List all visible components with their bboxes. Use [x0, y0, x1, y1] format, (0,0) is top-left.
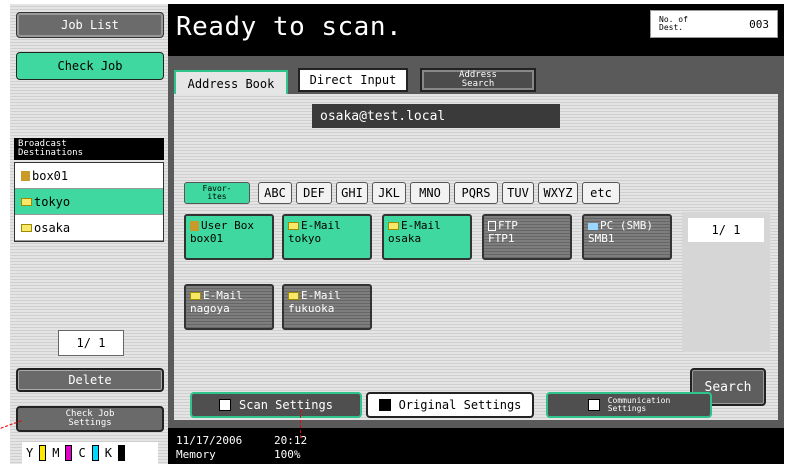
tab-address-search[interactable]: Address Search [420, 68, 536, 92]
destination-tile[interactable]: E-Mail nagoya [184, 284, 274, 330]
status-bar: 11/17/2006 Memory 20:12 100% [168, 428, 784, 464]
tile-type: User Box [190, 219, 268, 232]
destination-list-item[interactable]: osaka [15, 215, 163, 241]
index-key-mno[interactable]: MNO [410, 182, 450, 204]
tile-type: E-Mail [288, 289, 366, 302]
tile-name: osaka [388, 232, 422, 245]
destination-list-item[interactable]: tokyo [15, 189, 163, 215]
tile-type-label: E-Mail [301, 289, 341, 302]
tile-type: E-Mail [288, 219, 366, 232]
toner-levels: Y M C K [22, 442, 158, 464]
page-title: Ready to scan. [176, 12, 403, 42]
callout-line-status [300, 410, 301, 438]
destination-tile[interactable]: PC (SMB) SMB1 [582, 214, 672, 260]
original-settings-icon [378, 399, 391, 411]
mail-icon [388, 222, 399, 230]
check-job-settings-button[interactable]: Check Job Settings [16, 406, 164, 432]
tile-name: fukuoka [288, 302, 335, 315]
tile-type-label: PC (SMB) [600, 219, 653, 232]
tile-type: PC (SMB) [588, 219, 666, 232]
main-panel: Address Book Direct Input Address Search… [168, 56, 784, 428]
address-field: osaka@test.local [312, 104, 560, 128]
toner-m-label: M [52, 446, 60, 460]
communication-settings-button[interactable]: Communication Settings [546, 392, 712, 418]
index-key-wxyz[interactable]: WXYZ [538, 182, 578, 204]
user-box-icon [190, 221, 199, 231]
destination-tile[interactable]: FTP FTP1 [482, 214, 572, 260]
tile-page-indicator: 1/ 1 [688, 218, 764, 242]
index-key-etc[interactable]: etc [582, 182, 620, 204]
toner-k-bar [117, 445, 125, 461]
tile-type: E-Mail [388, 219, 466, 232]
dest-count-value: 003 [749, 17, 769, 31]
index-key-tuv[interactable]: TUV [502, 182, 534, 204]
tile-type: FTP [488, 219, 566, 232]
tab-direct-input[interactable]: Direct Input [298, 68, 408, 92]
destination-tile[interactable]: E-Mail tokyo [282, 214, 372, 260]
delete-button[interactable]: Delete [16, 368, 164, 392]
pc-icon [588, 222, 598, 230]
destination-count: No. of Dest. 003 [650, 10, 778, 38]
dest-count-label: No. of Dest. [659, 15, 688, 32]
index-key-pqrs[interactable]: PQRS [454, 182, 498, 204]
tile-type: E-Mail [190, 289, 268, 302]
tile-name: nagoya [190, 302, 230, 315]
toner-y-label: Y [26, 446, 34, 460]
destination-list-item[interactable]: box01 [15, 163, 163, 189]
tile-type-label: E-Mail [301, 219, 341, 232]
destination-tile[interactable]: E-Mail osaka [382, 214, 472, 260]
destination-tile[interactable]: User Box box01 [184, 214, 274, 260]
destination-label: tokyo [34, 194, 71, 209]
ftp-icon [488, 221, 496, 231]
destination-label: box01 [32, 168, 69, 183]
broadcast-header: Broadcast Destinations [14, 138, 164, 160]
status-memory-label: Memory [176, 448, 216, 461]
toner-k-label: K [104, 446, 112, 460]
left-panel: Job List Check Job Broadcast Destination… [10, 4, 168, 464]
address-book-panel: osaka@test.local Favor- ites ABC DEF GHI JKL… [174, 94, 778, 420]
mail-icon [21, 223, 32, 232]
status-date: 11/17/2006 [176, 434, 243, 447]
index-key-favorites[interactable]: Favor- ites [184, 182, 250, 204]
mail-icon [21, 197, 32, 206]
toner-c-bar [91, 445, 99, 461]
index-key-abc[interactable]: ABC [258, 182, 292, 204]
tab-address-book[interactable]: Address Book [174, 70, 288, 96]
title-bar: Ready to scan. No. of Dest. 003 [168, 4, 784, 56]
job-list-button[interactable]: Job List [16, 12, 164, 38]
check-job-button[interactable]: Check Job [16, 52, 164, 80]
scan-settings-button[interactable]: Scan Settings [190, 392, 362, 418]
mail-icon [288, 222, 299, 230]
page-indicator: 1/ 1 [58, 330, 124, 356]
status-memory-value: 100% [274, 448, 301, 461]
original-settings-button[interactable]: Original Settings [366, 392, 534, 418]
tile-type-label: E-Mail [203, 289, 243, 302]
destination-list: box01 tokyo osaka [14, 162, 164, 242]
communication-settings-icon [587, 399, 600, 411]
scan-settings-label: Scan Settings [239, 398, 333, 412]
tile-list-scroll: 1/ 1 [682, 212, 770, 352]
communication-settings-label: Communication Settings [607, 396, 671, 413]
original-settings-label: Original Settings [398, 398, 522, 412]
tile-name: SMB1 [588, 232, 615, 245]
scan-settings-icon [219, 399, 232, 411]
mail-icon [190, 292, 201, 300]
user-box-icon [21, 170, 30, 181]
tile-type-label: User Box [201, 219, 254, 232]
toner-c-label: C [78, 446, 86, 460]
destination-label: osaka [34, 220, 71, 235]
status-time: 20:12 [274, 434, 308, 447]
mail-icon [288, 292, 299, 300]
tile-name: FTP1 [488, 232, 515, 245]
tile-name: box01 [190, 232, 224, 245]
tile-name: tokyo [288, 232, 322, 245]
destination-tile[interactable]: E-Mail fukuoka [282, 284, 372, 330]
index-key-ghi[interactable]: GHI [336, 182, 368, 204]
toner-y-bar [39, 445, 47, 461]
index-key-def[interactable]: DEF [296, 182, 332, 204]
tile-type-label: FTP [498, 219, 518, 232]
toner-m-bar [65, 445, 73, 461]
tile-type-label: E-Mail [401, 219, 441, 232]
index-key-jkl[interactable]: JKL [372, 182, 406, 204]
